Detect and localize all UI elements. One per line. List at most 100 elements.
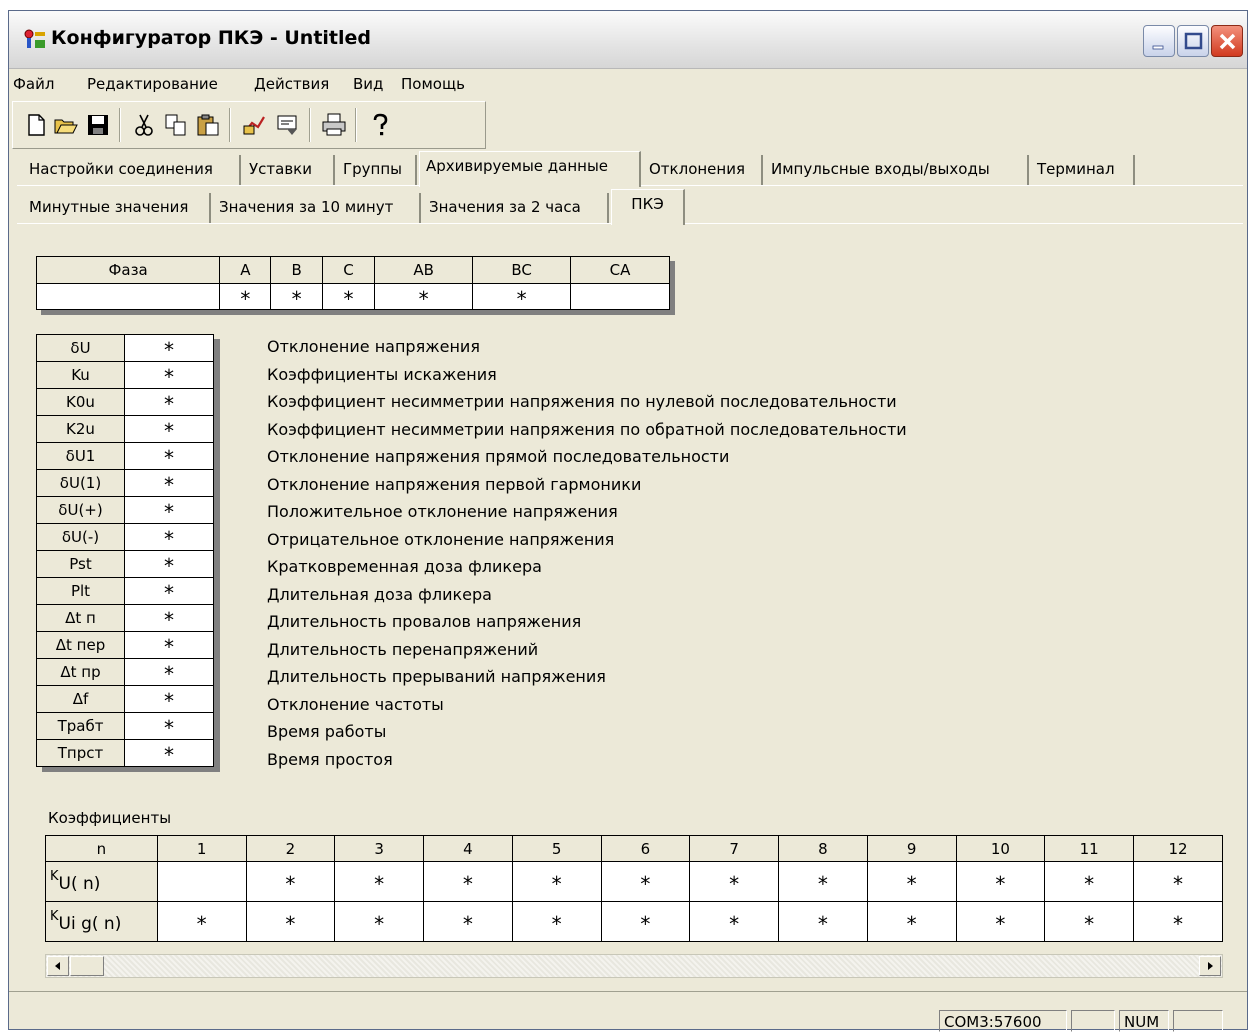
title-bar[interactable]: Конфигуратор ПКЭ - Untitled: [9, 11, 1247, 69]
maximize-button[interactable]: [1177, 25, 1209, 57]
tab-archived-data[interactable]: Архивируемые данные: [419, 151, 641, 187]
coefficient-cell[interactable]: *: [245, 901, 336, 942]
selection-mark: *: [995, 911, 1006, 936]
tab-setpoints[interactable]: Уставки: [243, 155, 335, 185]
parameter-cell[interactable]: *: [124, 631, 214, 659]
coefficient-cell[interactable]: *: [689, 861, 779, 902]
parameter-cell[interactable]: *: [124, 469, 214, 497]
menu-file[interactable]: Файл: [13, 75, 54, 93]
read-device-icon[interactable]: [241, 112, 267, 138]
subtab-minute-values[interactable]: Минутные значения: [23, 193, 211, 223]
selection-mark: *: [164, 527, 174, 551]
subtab-10-minute-values[interactable]: Значения за 10 минут: [213, 193, 421, 223]
paste-icon[interactable]: [195, 112, 221, 138]
menu-edit[interactable]: Редактирование: [87, 75, 218, 93]
parameter-row: δU *: [36, 334, 214, 362]
coefficient-cell[interactable]: *: [245, 861, 336, 902]
parameter-cell[interactable]: *: [124, 442, 214, 470]
copy-icon[interactable]: [163, 112, 189, 138]
coefficient-cell[interactable]: *: [866, 901, 957, 942]
horizontal-scrollbar[interactable]: [45, 954, 1223, 978]
parameter-cell[interactable]: *: [124, 496, 214, 524]
coefficient-cell[interactable]: *: [1044, 861, 1135, 902]
coefficient-cell[interactable]: *: [511, 901, 602, 942]
scroll-right-button[interactable]: [1199, 956, 1221, 976]
coefficient-cell[interactable]: [156, 861, 247, 902]
phase-cell[interactable]: *: [374, 283, 474, 310]
coefficient-cell[interactable]: *: [955, 861, 1046, 902]
selection-mark: *: [164, 500, 174, 524]
coefficient-cell[interactable]: *: [689, 901, 779, 942]
coefficient-cell[interactable]: *: [156, 901, 247, 942]
subtab-pke[interactable]: ПКЭ: [611, 189, 685, 225]
selection-mark: *: [551, 911, 562, 936]
coefficient-symbol: K: [50, 909, 59, 924]
subtab-2-hour-values[interactable]: Значения за 2 часа: [423, 193, 609, 223]
parameter-cell[interactable]: *: [124, 550, 214, 578]
phase-cell[interactable]: *: [472, 283, 571, 311]
coefficient-cell[interactable]: *: [1133, 901, 1223, 942]
selection-mark: *: [551, 871, 562, 896]
selection-mark: *: [516, 286, 527, 311]
phase-cell[interactable]: [570, 283, 670, 310]
coefficient-cell[interactable]: *: [955, 901, 1046, 942]
parameter-description: Коэффициенты искажения: [267, 364, 497, 384]
phase-row-label[interactable]: [35, 283, 221, 310]
parameter-cell[interactable]: *: [124, 739, 214, 767]
parameter-cell[interactable]: *: [124, 415, 214, 443]
tab-groups[interactable]: Группы: [337, 155, 417, 185]
open-icon[interactable]: [53, 112, 79, 138]
write-device-icon[interactable]: [275, 112, 301, 138]
parameter-cell[interactable]: *: [124, 388, 214, 416]
selection-mark: *: [291, 286, 302, 311]
coefficient-cell[interactable]: *: [600, 901, 691, 942]
phase-header-label: Фаза: [35, 256, 221, 284]
help-icon[interactable]: [367, 112, 393, 138]
coefficient-cell[interactable]: *: [334, 861, 424, 902]
parameter-cell[interactable]: *: [124, 712, 214, 740]
phase-cell[interactable]: *: [270, 283, 323, 311]
coefficient-cell[interactable]: *: [778, 901, 868, 942]
coefficient-cell[interactable]: *: [1044, 901, 1135, 942]
menu-actions[interactable]: Действия: [254, 75, 329, 93]
tab-connection-settings[interactable]: Настройки соединения: [23, 155, 241, 185]
parameter-description: Отклонение напряжения: [267, 337, 480, 356]
close-button[interactable]: [1211, 25, 1243, 57]
parameter-cell[interactable]: *: [124, 577, 214, 605]
coefficient-subscript: U( n): [58, 874, 101, 894]
coefficient-cell[interactable]: *: [1133, 861, 1223, 902]
coefficient-cell[interactable]: *: [511, 861, 602, 902]
menu-view[interactable]: Вид: [353, 75, 383, 93]
coefficient-cell[interactable]: *: [600, 861, 691, 902]
coefficient-label: KU( n): [45, 861, 158, 902]
coefficient-cell[interactable]: *: [866, 861, 957, 902]
tab-pulse-io[interactable]: Импульсные входы/выходы: [765, 155, 1029, 185]
scroll-left-button[interactable]: [47, 956, 69, 976]
parameter-description: Время работы: [267, 722, 387, 741]
coefficient-cell[interactable]: *: [423, 901, 513, 942]
scroll-thumb[interactable]: [70, 956, 104, 976]
parameter-code: K0u: [36, 388, 125, 416]
phase-cell[interactable]: *: [321, 283, 376, 310]
menu-help[interactable]: Помощь: [401, 75, 465, 93]
selection-mark: *: [374, 871, 385, 896]
coefficient-cell[interactable]: *: [334, 901, 424, 942]
tab-terminal[interactable]: Терминал: [1031, 155, 1135, 185]
print-icon[interactable]: [321, 112, 347, 138]
save-icon[interactable]: [85, 112, 111, 138]
parameter-cell[interactable]: *: [124, 604, 214, 632]
selection-mark: *: [196, 911, 207, 936]
parameter-cell[interactable]: *: [124, 334, 214, 362]
parameter-cell[interactable]: *: [124, 523, 214, 551]
parameter-cell[interactable]: *: [124, 685, 214, 713]
parameter-cell[interactable]: *: [124, 361, 214, 389]
cut-icon[interactable]: [131, 112, 157, 138]
selection-mark: *: [640, 871, 651, 896]
minimize-button[interactable]: [1143, 25, 1175, 57]
coefficient-cell[interactable]: *: [423, 861, 513, 902]
new-icon[interactable]: [23, 112, 49, 138]
phase-cell[interactable]: *: [219, 283, 272, 310]
parameter-cell[interactable]: *: [124, 658, 214, 686]
tab-deviations[interactable]: Отклонения: [643, 155, 763, 185]
coefficient-cell[interactable]: *: [778, 861, 868, 902]
